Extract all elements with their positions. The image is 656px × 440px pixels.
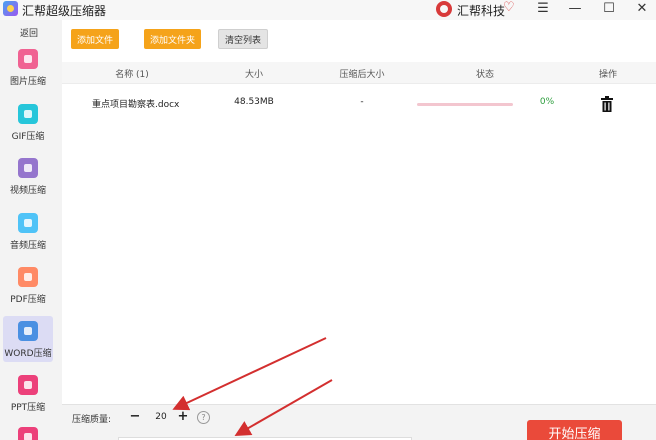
sidebar-item-label: 视频压缩 bbox=[9, 186, 46, 196]
bottom-bar: 压缩质量: − 20 + ? 开始压缩 bbox=[62, 404, 656, 440]
sidebar-item-label: WORD压缩 bbox=[4, 349, 52, 359]
pdf-icon bbox=[18, 267, 38, 287]
column-header-actions: 操作 bbox=[598, 70, 617, 80]
sidebar-item-label: PDF压缩 bbox=[10, 295, 46, 305]
gif-icon bbox=[18, 104, 38, 124]
audio-icon bbox=[18, 213, 38, 233]
main-panel: 添加文件 添加文件夹 清空列表 名称 (1) 大小 压缩后大小 状态 操作 重点… bbox=[62, 20, 656, 404]
column-header-status: 状态 bbox=[475, 70, 494, 80]
sidebar-item-video[interactable]: 视频压缩 bbox=[3, 153, 53, 199]
sidebar-item-label: PPT压缩 bbox=[10, 403, 46, 413]
back-link[interactable]: 返回 bbox=[0, 26, 58, 39]
file-size: 48.53MB bbox=[234, 97, 274, 107]
sidebar-item-image[interactable]: 图片压缩 bbox=[3, 44, 53, 90]
brand-name: 汇帮科技 bbox=[457, 4, 506, 18]
more-icon bbox=[18, 427, 38, 440]
table-header: 名称 (1) 大小 压缩后大小 状态 操作 bbox=[62, 62, 656, 84]
video-icon bbox=[18, 158, 38, 178]
sidebar-item-label: 图片压缩 bbox=[9, 77, 46, 87]
add-folder-button[interactable]: 添加文件夹 bbox=[144, 29, 202, 49]
sidebar-item-word[interactable]: WORD压缩 bbox=[3, 316, 53, 362]
image-icon bbox=[18, 49, 38, 69]
sidebar-item-audio[interactable]: 音频压缩 bbox=[3, 208, 53, 254]
quality-decrease-button[interactable]: − bbox=[128, 409, 142, 425]
app-logo-icon bbox=[3, 1, 18, 16]
close-button[interactable]: ✕ bbox=[630, 0, 654, 20]
status-percent: 0% bbox=[539, 97, 555, 107]
maximize-button[interactable]: ☐ bbox=[597, 0, 621, 20]
minimize-button[interactable]: — bbox=[563, 0, 587, 20]
column-header-size: 大小 bbox=[244, 70, 263, 80]
sidebar: 返回 图片压缩 GIF压缩 视频压缩 音频压缩 PDF压缩 WORD压缩 PPT… bbox=[0, 20, 60, 440]
column-header-name[interactable]: 名称 (1) bbox=[102, 67, 162, 80]
ppt-icon bbox=[18, 375, 38, 395]
brand-logo-icon bbox=[436, 1, 452, 17]
trash-icon[interactable] bbox=[600, 96, 614, 112]
word-icon bbox=[18, 321, 38, 341]
add-file-button[interactable]: 添加文件 bbox=[71, 29, 120, 49]
quality-value-input[interactable]: 20 bbox=[150, 412, 172, 422]
sidebar-item-more[interactable] bbox=[3, 422, 53, 440]
sidebar-item-label: GIF压缩 bbox=[11, 132, 45, 142]
app-title: 汇帮超级压缩器 bbox=[22, 4, 107, 18]
sidebar-item-gif[interactable]: GIF压缩 bbox=[3, 99, 53, 145]
heart-icon[interactable]: ♡ bbox=[503, 0, 515, 15]
help-icon[interactable]: ? bbox=[197, 411, 210, 424]
menu-button[interactable]: ☰ bbox=[531, 0, 555, 20]
title-bar: 汇帮超级压缩器 汇帮科技 ♡ ☰ — ☐ ✕ bbox=[0, 0, 656, 20]
sidebar-item-ppt[interactable]: PPT压缩 bbox=[3, 370, 53, 416]
quality-label: 压缩质量: bbox=[72, 415, 112, 425]
progress-bar bbox=[417, 103, 513, 106]
file-name: 重点项目勘察表.docx bbox=[92, 100, 180, 110]
quality-increase-button[interactable]: + bbox=[176, 409, 190, 425]
table-row[interactable]: 重点项目勘察表.docx 48.53MB - 0% bbox=[62, 84, 656, 124]
sidebar-item-label: 音频压缩 bbox=[9, 241, 46, 251]
sidebar-item-pdf[interactable]: PDF压缩 bbox=[3, 262, 53, 308]
clear-list-button[interactable]: 清空列表 bbox=[218, 29, 269, 49]
compressed-size: - bbox=[360, 97, 364, 107]
column-header-compressed-size: 压缩后大小 bbox=[339, 70, 385, 80]
start-compress-button[interactable]: 开始压缩 bbox=[527, 420, 622, 440]
